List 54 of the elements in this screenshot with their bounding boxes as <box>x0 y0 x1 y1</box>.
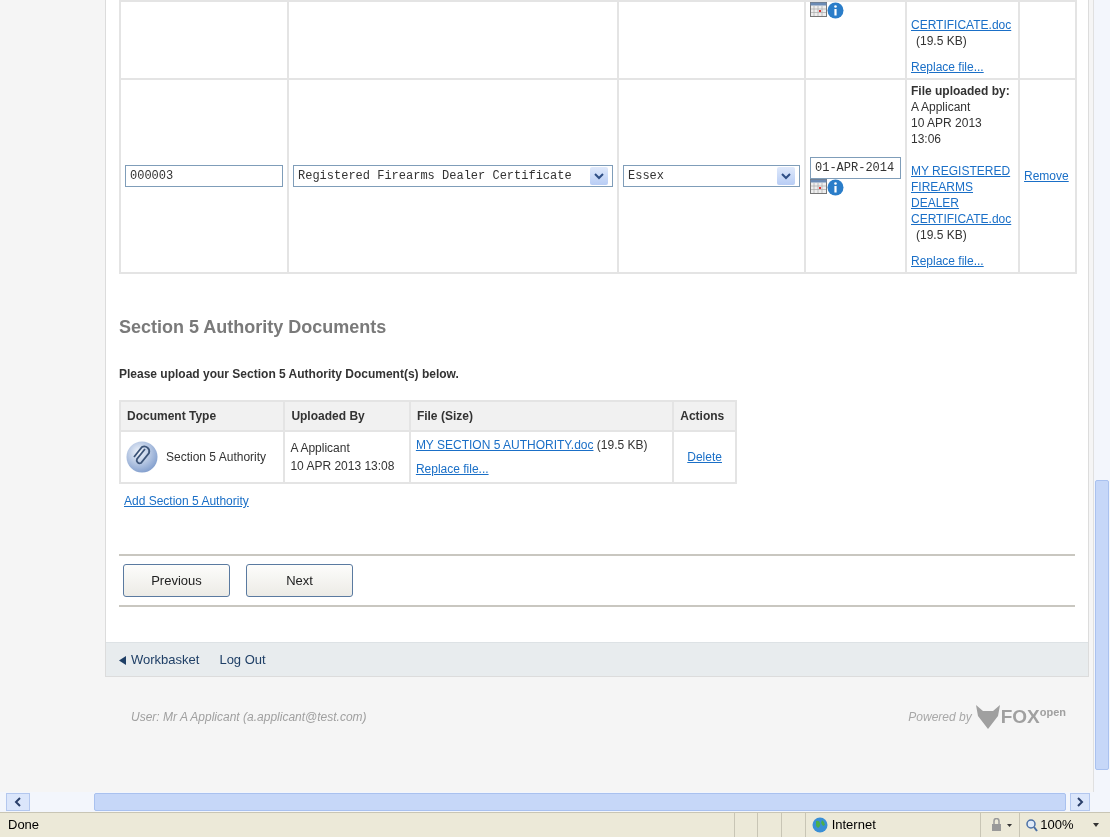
file-link[interactable]: MY REGISTERED FIREARMS DEALER CERTIFICATE.doc <box>911 163 1015 227</box>
uploaded-by-text: 10 APR 2013 <box>911 115 983 131</box>
add-link[interactable]: Add Section 5 Authority <box>124 494 249 508</box>
upload-date: 10 APR 2013 13:08 <box>290 458 396 475</box>
caret-icon <box>1091 823 1100 827</box>
back-arrow-icon <box>119 655 127 665</box>
file-link[interactable]: CERTIFICATE.doc <box>911 17 1015 33</box>
paperclip-icon <box>126 441 158 473</box>
zoom-icon <box>1026 818 1039 832</box>
instruction-text: Please upload your Section 5 Authority Document(s) below. <box>119 366 460 383</box>
calendar-icon[interactable] <box>810 178 827 194</box>
chevron-left-icon <box>14 797 22 807</box>
column-header: File (Size) <box>409 401 674 431</box>
status-text: Done <box>7 816 41 835</box>
footer-link[interactable]: Workbasket <box>119 649 200 670</box>
globe-icon <box>811 817 828 833</box>
scroll-right-button[interactable] <box>1070 793 1090 811</box>
column-header: Actions <box>673 401 736 431</box>
document-type-text: Section 5 Authority <box>166 449 267 466</box>
file-size: (19.5 KB) <box>916 228 967 242</box>
date-field[interactable]: 01-APR-2014 <box>810 156 901 179</box>
delete-link[interactable]: Delete <box>687 450 722 464</box>
powered-by-text: Powered by <box>908 709 972 727</box>
zone-text: Internet <box>831 816 876 835</box>
remove-link[interactable]: Remove <box>1024 169 1069 183</box>
section-heading: Section 5 Authority Documents <box>119 316 388 339</box>
info-icon[interactable] <box>827 2 844 19</box>
column-header: Uploaded By <box>284 401 410 431</box>
info-icon[interactable] <box>827 178 844 196</box>
brand-name: FOX <box>1000 705 1040 729</box>
footer-link[interactable]: Log Out <box>219 649 266 670</box>
file-size: (19.5 KB) <box>596 438 648 452</box>
uploaded-by-text: A Applicant <box>911 99 972 115</box>
brand-suffix: open <box>1039 705 1066 718</box>
fox-logo-icon <box>974 704 1001 731</box>
replace-file-link[interactable]: Replace file... <box>911 60 984 74</box>
uploaded-by-text: 13:06 <box>911 131 943 147</box>
calendar-icon[interactable] <box>810 2 827 17</box>
zoom-control[interactable]: 100% <box>1019 813 1110 837</box>
replace-file-link[interactable]: Replace file... <box>415 462 489 476</box>
uploader-name: A Applicant <box>290 440 351 457</box>
nav-button[interactable]: Previous <box>123 564 230 597</box>
nav-button[interactable]: Next <box>246 564 353 597</box>
chevron-right-icon <box>1076 797 1084 807</box>
file-size: (19.5 KB) <box>916 34 967 48</box>
area-dropdown[interactable]: Essex <box>623 165 800 187</box>
reference-field[interactable]: 000003 <box>125 165 283 187</box>
scroll-left-button[interactable] <box>6 793 30 811</box>
column-header: Document Type <box>120 401 285 431</box>
file-link[interactable]: MY SECTION 5 AUTHORITY.doc <box>415 438 594 452</box>
uploaded-by-label: File uploaded by: <box>911 83 1011 99</box>
replace-file-link[interactable]: Replace file... <box>911 254 984 268</box>
user-info-text: User: Mr A Applicant (a.applicant@test.com) <box>131 709 367 727</box>
document-type-dropdown[interactable]: Registered Firearms Dealer Certificate <box>293 165 613 187</box>
